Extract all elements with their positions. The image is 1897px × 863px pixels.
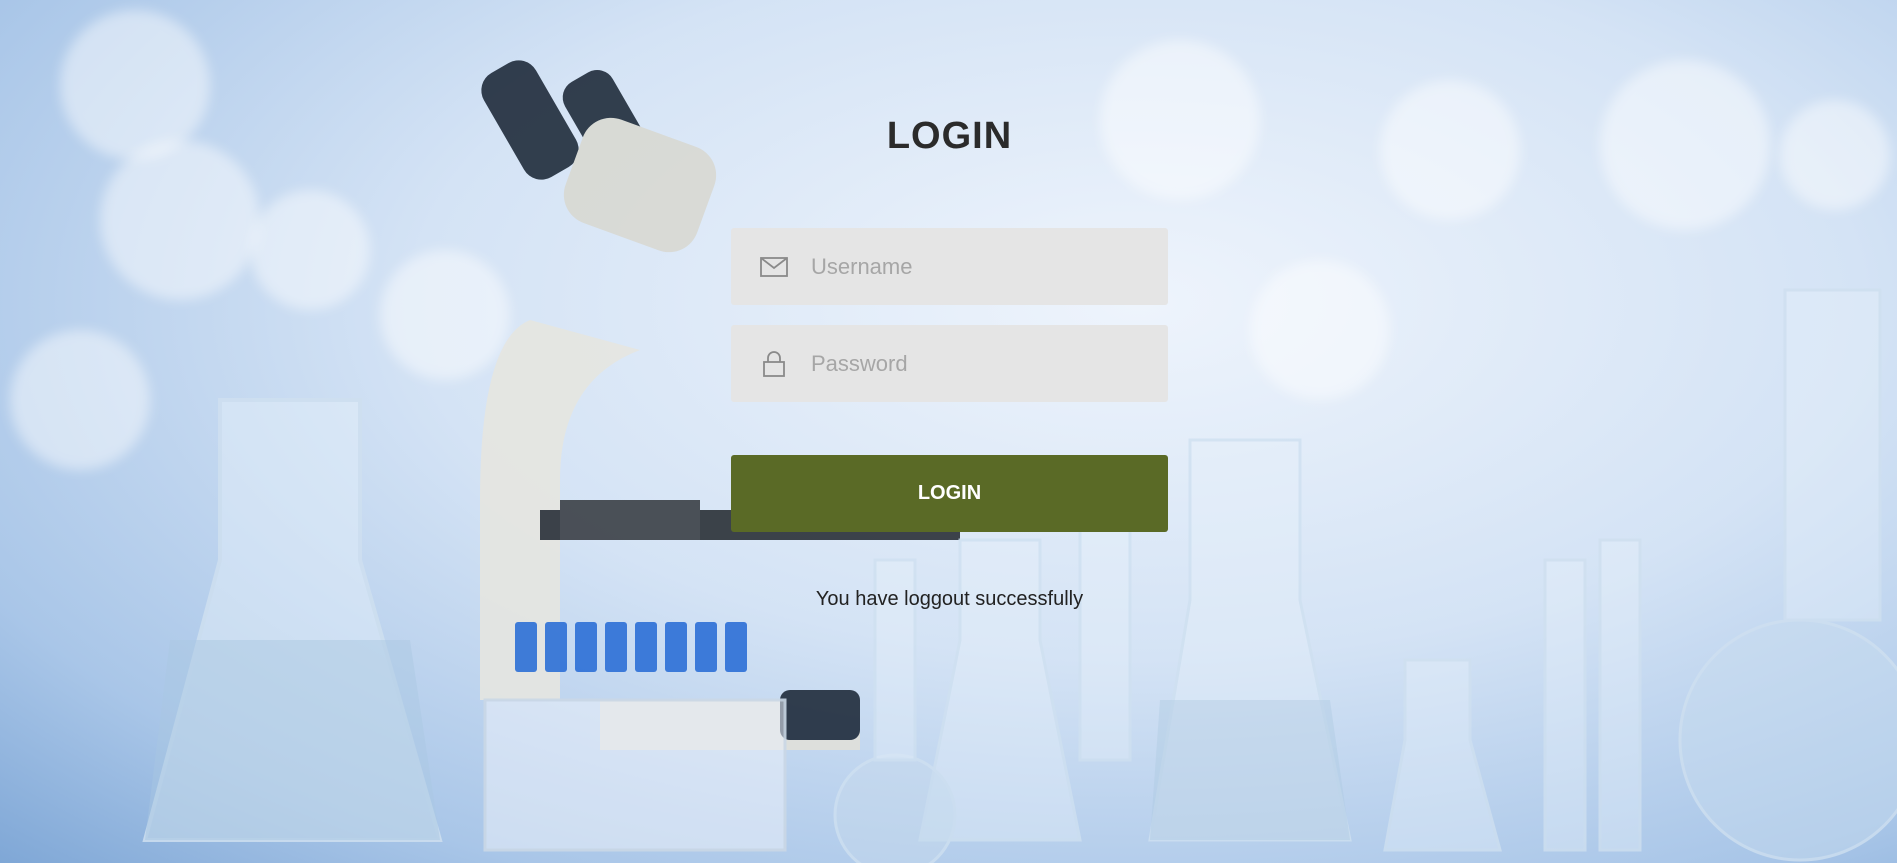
password-field[interactable] [731, 325, 1168, 402]
lock-icon [759, 349, 789, 379]
login-button[interactable]: LOGIN [731, 455, 1168, 532]
envelope-icon [759, 252, 789, 282]
login-panel: LOGIN LOGIN You have loggout successfull… [731, 100, 1168, 610]
logout-status-message: You have loggout successfully [815, 588, 1084, 610]
page-title: LOGIN [886, 115, 1013, 157]
password-input[interactable] [809, 349, 1143, 378]
username-input[interactable] [809, 252, 1143, 281]
username-field[interactable] [731, 228, 1168, 305]
